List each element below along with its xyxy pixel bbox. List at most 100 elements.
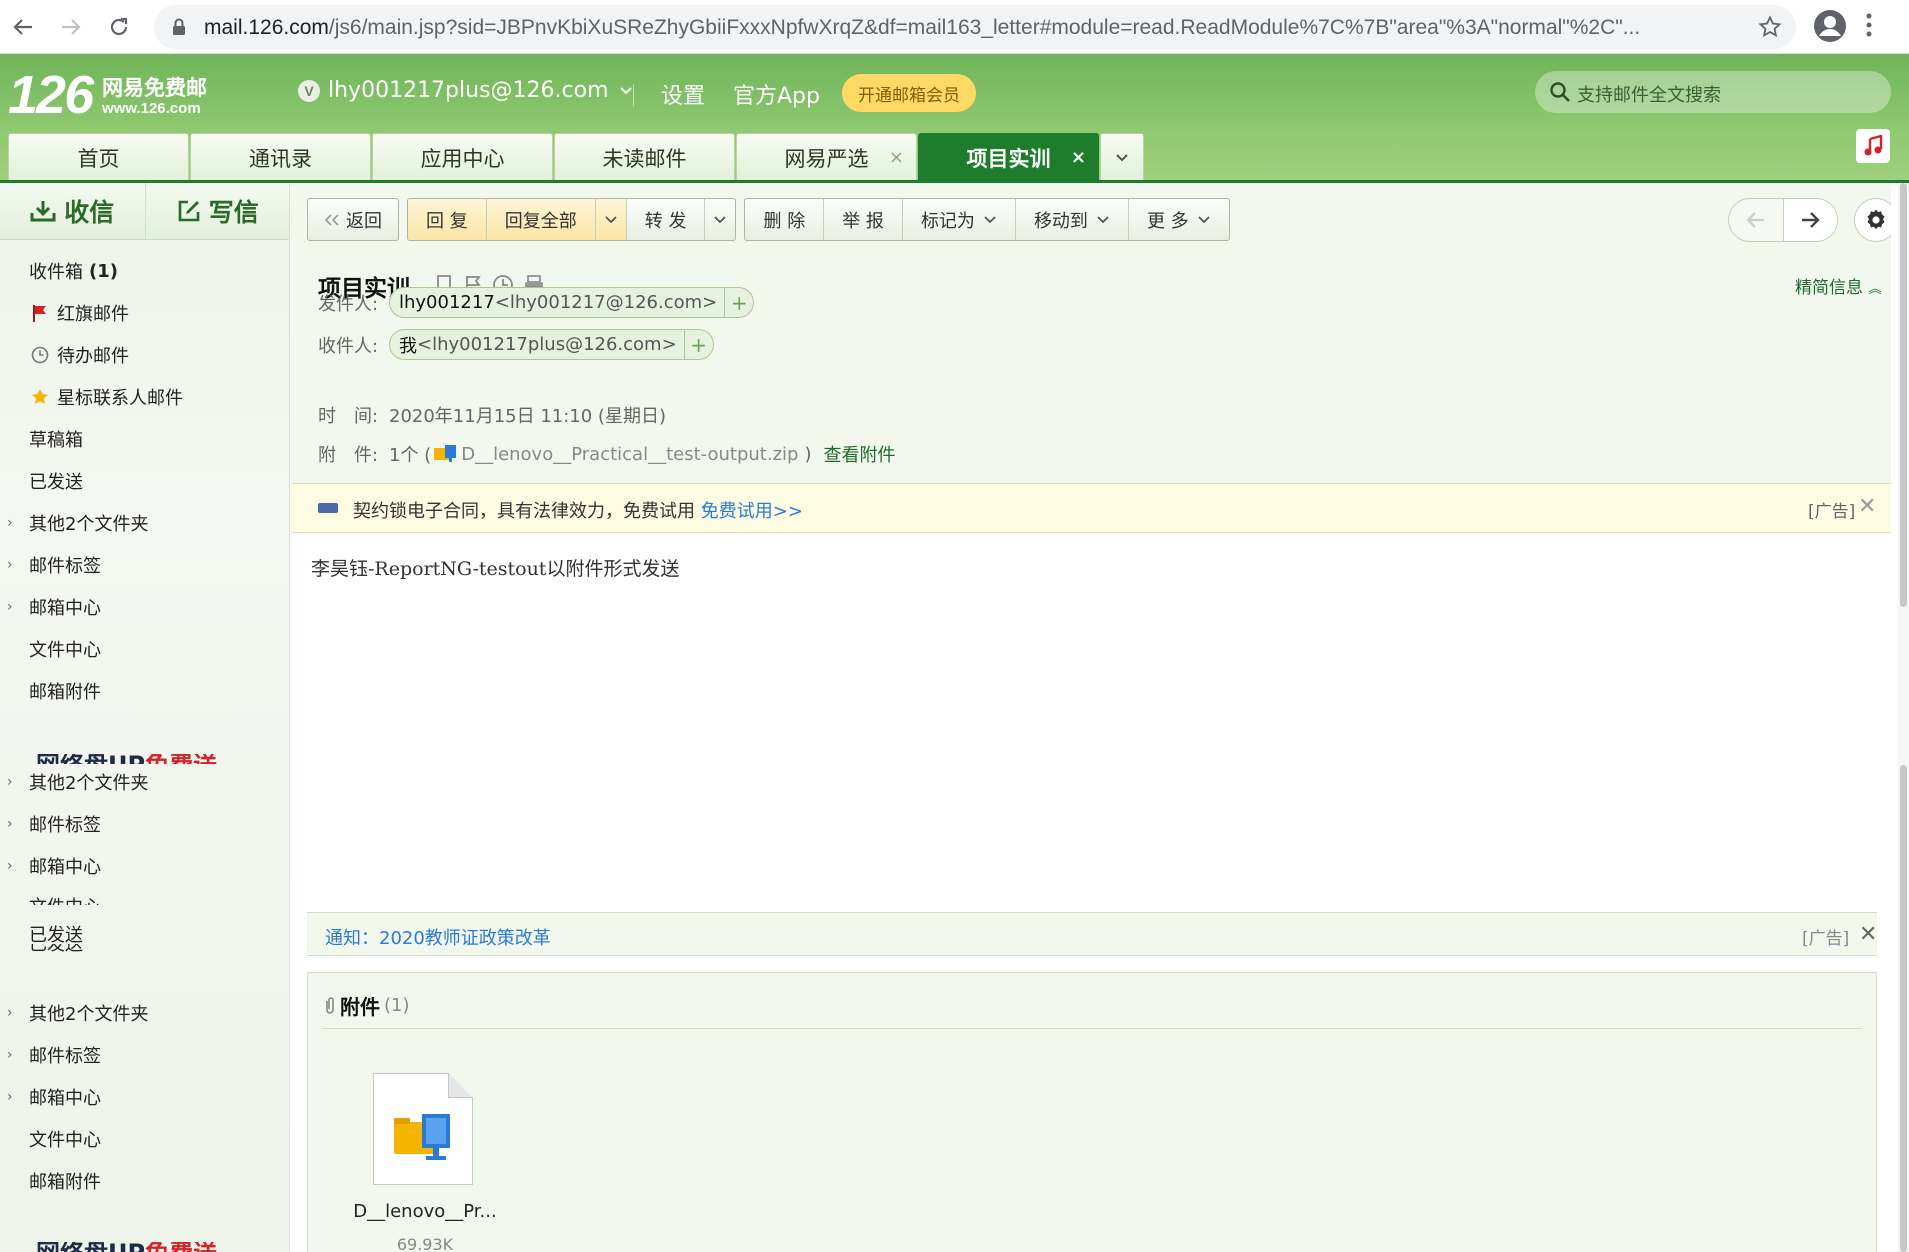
attachment-count: 1个 (	[389, 445, 432, 466]
folder-list-repeat: › 其他2个文件夹 › 邮件标签 › 邮箱中心	[0, 761, 289, 887]
sidebar-item-flagged[interactable]: 红旗邮件	[0, 292, 289, 334]
reply-all-button[interactable]: 回复全部	[486, 199, 596, 240]
recipient-pill[interactable]: 我 <lhy001217plus@126.com> +	[389, 329, 714, 360]
search-placeholder: 支持邮件全文搜索	[1577, 85, 1721, 106]
ad-trial-link[interactable]: 免费试用>>	[701, 501, 803, 522]
sidebar-item-file-center[interactable]: 文件中心	[0, 628, 289, 670]
sidebar: 收信 写信 收件箱 (1) 红旗邮件 待办邮件 星标联系人邮件 草稿箱 已发送 ›…	[0, 183, 290, 1252]
close-icon[interactable]: ✕	[1859, 922, 1877, 947]
sidebar-item-file-center[interactable]: 文件中心	[0, 1118, 289, 1160]
forward-dropdown[interactable]	[705, 199, 735, 240]
delete-button[interactable]: 删 除	[745, 199, 825, 240]
reload-icon[interactable]	[103, 11, 135, 43]
add-contact-icon[interactable]: +	[683, 330, 713, 359]
tab-yanxuan[interactable]: 网易严选 ×	[736, 133, 917, 182]
mail-time: 2020年11月15日 11:10 (星期日)	[389, 406, 666, 427]
add-contact-icon[interactable]: +	[724, 288, 753, 317]
sidebar-item-attachments[interactable]: 邮箱附件	[0, 1160, 289, 1202]
paperclip-icon	[326, 996, 334, 1014]
next-mail-button[interactable]	[1782, 199, 1837, 241]
attachment-file-name[interactable]: D__lenovo__Pr...	[340, 1201, 510, 1222]
header-divider	[633, 84, 634, 106]
sidebar-item-tags[interactable]: › 邮件标签	[0, 1034, 289, 1076]
reply-group: 回 复 回复全部 转 发	[407, 198, 737, 241]
sidebar-item-mail-center[interactable]: › 邮箱中心	[0, 586, 289, 628]
folder-list-repeat-2: › 其他2个文件夹 › 邮件标签 › 邮箱中心 文件中心 邮箱附件	[0, 992, 289, 1202]
attachment-filename[interactable]: D__lenovo__Practical__test-output.zip	[461, 444, 798, 465]
receive-button[interactable]: 收信	[0, 183, 145, 239]
compose-button[interactable]: 写信	[144, 183, 290, 239]
move-to-button[interactable]: 移动到	[1016, 199, 1129, 240]
zip-file-icon[interactable]	[373, 1073, 473, 1185]
back-button[interactable]: 返回	[308, 199, 398, 240]
tab-contacts[interactable]: 通讯录	[190, 133, 371, 182]
tab-bar: 首页 通讯录 应用中心 未读邮件 网易严选 × 项目实训 ×	[8, 133, 1145, 182]
chevron-down-icon	[714, 215, 727, 223]
more-button[interactable]: 更 多	[1129, 199, 1229, 240]
sidebar-item-other-folders[interactable]: › 其他2个文件夹	[0, 992, 289, 1034]
report-button[interactable]: 举 报	[824, 199, 903, 240]
view-attachments-link[interactable]: 查看附件	[823, 441, 895, 467]
sidebar-item-mail-center[interactable]: › 邮箱中心	[0, 1076, 289, 1118]
scrollbar-thumb[interactable]	[1900, 183, 1907, 607]
official-app-link[interactable]: 官方App	[733, 78, 820, 110]
read-pane: 返回 回 复 回复全部 转 发 删 除 举 报 标记为 移动到 更 多 项目实训…	[291, 183, 1891, 1252]
close-tab-icon[interactable]: ×	[1071, 147, 1086, 168]
sidebar-item-starred[interactable]: 星标联系人邮件	[0, 376, 289, 418]
account-switcher[interactable]: V lhy001217plus@126.com	[298, 78, 633, 103]
sidebar-item-todo[interactable]: 待办邮件	[0, 334, 289, 376]
forward-button[interactable]: 转 发	[627, 199, 706, 240]
profile-avatar-icon[interactable]	[1812, 8, 1848, 44]
ad-label: [广告]	[1808, 502, 1856, 522]
ad-text: 契约锁电子合同，具有法律效力，免费试用 免费试用>>	[353, 501, 803, 522]
settings-link[interactable]: 设置	[661, 78, 705, 110]
reply-all-dropdown[interactable]	[595, 199, 627, 240]
sidebar-item-attachments[interactable]: 邮箱附件	[0, 670, 289, 712]
tab-project[interactable]: 项目实训 ×	[918, 133, 1099, 182]
sender-pill[interactable]: lhy001217 <lhy001217@126.com> +	[389, 287, 755, 318]
close-tab-icon[interactable]: ×	[889, 147, 904, 168]
tab-unread[interactable]: 未读邮件	[554, 133, 735, 182]
chevron-down-icon	[605, 215, 617, 223]
sidebar-item-tags[interactable]: › 邮件标签	[0, 544, 289, 586]
sidebar-item-drafts[interactable]: 草稿箱	[0, 418, 289, 460]
sidebar-item-other-folders[interactable]: › 其他2个文件夹	[0, 502, 289, 544]
settings-gear-button[interactable]	[1854, 198, 1891, 242]
mail-content: 李昊钰-ReportNG-testout以附件形式发送 通知：2020教师证政策…	[291, 533, 1891, 1252]
previous-mail-button[interactable]	[1729, 199, 1783, 241]
sidebar-item-mail-center[interactable]: › 邮箱中心	[0, 845, 289, 887]
scrollbar-thumb[interactable]	[1900, 1017, 1907, 1252]
bookmark-star-icon[interactable]	[1758, 15, 1782, 39]
vip-membership-button[interactable]: 开通邮箱会员	[842, 74, 976, 112]
sidebar-item-tags[interactable]: › 邮件标签	[0, 803, 289, 845]
close-icon[interactable]: ✕	[1858, 494, 1876, 519]
reply-button[interactable]: 回 复	[408, 199, 487, 240]
sidebar-item-inbox[interactable]: 收件箱 (1)	[0, 250, 289, 292]
notice-link[interactable]: 通知：2020教师证政策改革	[325, 924, 551, 950]
forward-arrow-icon[interactable]	[55, 11, 87, 43]
sidebar-item-fragment: 文件中心	[0, 893, 101, 905]
back-arrow-icon[interactable]	[7, 11, 39, 43]
arrow-left-icon	[1746, 212, 1764, 228]
page-scrollbar[interactable]	[1898, 183, 1909, 1252]
action-group: 删 除 举 报 标记为 移动到 更 多	[744, 198, 1230, 241]
sidebar-item-other-folders[interactable]: › 其他2个文件夹	[0, 761, 289, 803]
url-text: mail.126.com/js6/main.jsp?sid=JBPnvKbiXu…	[204, 16, 1641, 39]
tab-more-button[interactable]	[1100, 133, 1144, 182]
tab-app-center[interactable]: 应用中心	[372, 133, 553, 182]
browser-menu-icon[interactable]	[1866, 12, 1872, 38]
search-input[interactable]: 支持邮件全文搜索	[1535, 71, 1891, 113]
logo-number[interactable]: 126	[8, 64, 94, 126]
brief-info-toggle[interactable]: 精简信息 ︽	[1795, 273, 1881, 298]
attachment-header: 附件 (1)	[324, 991, 410, 1020]
ad-label: [广告]	[1802, 929, 1850, 949]
mark-as-button[interactable]: 标记为	[903, 199, 1016, 240]
sidebar-item-sent[interactable]: 已发送	[0, 460, 289, 502]
tab-home[interactable]: 首页	[8, 133, 189, 182]
account-email: lhy001217plus@126.com	[328, 78, 609, 103]
clock-icon	[29, 346, 51, 364]
address-bar[interactable]: mail.126.com/js6/main.jsp?sid=JBPnvKbiXu…	[154, 5, 1796, 49]
music-note-icon[interactable]	[1856, 129, 1890, 163]
attachment-file-size: 69.93K	[396, 1235, 454, 1252]
mail-header: 126 网易免费邮 www.126.com V lhy001217plus@12…	[0, 54, 1909, 182]
